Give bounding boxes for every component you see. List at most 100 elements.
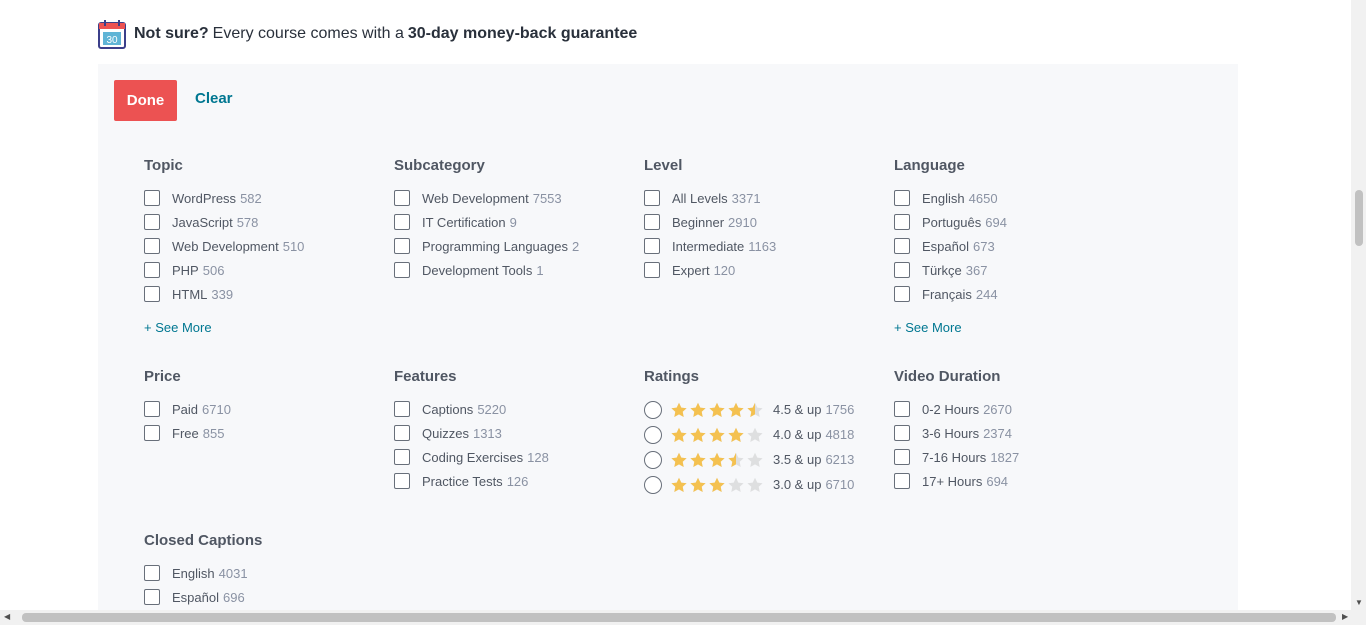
filter-option[interactable]: Intermediate 1163 [644, 234, 884, 258]
checkbox[interactable] [644, 238, 660, 254]
filter-group-topic: Topic WordPress 582 JavaScript 578 Web Develo… [144, 156, 384, 337]
checkbox[interactable] [894, 238, 910, 254]
star-icon [728, 427, 744, 442]
checkbox[interactable] [644, 190, 660, 206]
vertical-scroll-thumb[interactable] [1355, 190, 1363, 246]
see-more-link[interactable]: + See More [144, 320, 212, 335]
filter-option[interactable]: HTML 339 [144, 282, 384, 306]
checkbox[interactable] [394, 190, 410, 206]
option-count: 694 [986, 473, 1009, 489]
option-count: 506 [202, 262, 225, 278]
filter-option[interactable]: Captions 5220 [394, 397, 634, 421]
clear-link[interactable]: Clear [195, 90, 233, 107]
filter-option[interactable]: Coding Exercises 128 [394, 445, 634, 469]
checkbox[interactable] [144, 425, 160, 441]
filter-option[interactable]: English 4650 [894, 186, 1134, 210]
filter-option[interactable]: 0-2 Hours 2670 [894, 397, 1134, 421]
option-count: 2670 [983, 401, 1012, 417]
filter-option[interactable]: WordPress 582 [144, 186, 384, 210]
checkbox[interactable] [894, 449, 910, 465]
filter-group-features: Features Captions 5220 Quizzes 1313 Coding Ex… [394, 367, 634, 493]
filter-option[interactable]: 3-6 Hours 2374 [894, 421, 1134, 445]
filter-option[interactable]: English 4031 [144, 561, 384, 585]
scroll-left-arrow-icon[interactable]: ◀ [4, 612, 10, 621]
rating-option[interactable]: 4.5 & up 1756 [644, 397, 884, 422]
filter-option[interactable]: Beginner 2910 [644, 210, 884, 234]
checkbox[interactable] [894, 286, 910, 302]
rating-option[interactable]: 4.0 & up 4818 [644, 422, 884, 447]
option-count: 1827 [990, 449, 1020, 465]
checkbox[interactable] [894, 262, 910, 278]
see-more-link[interactable]: + See More [894, 320, 962, 335]
vertical-scrollbar[interactable]: ▼ [1351, 0, 1366, 610]
radio-button[interactable] [644, 450, 662, 469]
checkbox[interactable] [144, 589, 160, 605]
filter-option[interactable]: All Levels 3371 [644, 186, 884, 210]
filter-options: 0-2 Hours 2670 3-6 Hours 2374 7-16 Hours 1827… [894, 397, 1134, 493]
filter-option[interactable]: Web Development 7553 [394, 186, 634, 210]
filter-option[interactable]: Programming Languages 2 [394, 234, 634, 258]
filter-option[interactable]: JavaScript 578 [144, 210, 384, 234]
filter-option[interactable]: Paid 6710 [144, 397, 384, 421]
filter-option[interactable]: 7-16 Hours 1827 [894, 445, 1134, 469]
checkbox[interactable] [394, 401, 410, 417]
filter-option[interactable]: Português 694 [894, 210, 1134, 234]
checkbox[interactable] [394, 238, 410, 254]
option-label: Español [922, 238, 969, 254]
horizontal-scrollbar[interactable]: ◀ ▶ [0, 610, 1366, 625]
radio-button[interactable] [644, 425, 662, 444]
star-icon [747, 427, 763, 442]
filter-option[interactable]: IT Certification 9 [394, 210, 634, 234]
filter-option[interactable]: PHP 506 [144, 258, 384, 282]
scroll-right-arrow-icon[interactable]: ▶ [1342, 612, 1348, 621]
filter-option[interactable]: Development Tools 1 [394, 258, 634, 282]
scroll-down-arrow-icon[interactable]: ▼ [1355, 598, 1363, 607]
checkbox[interactable] [644, 262, 660, 278]
checkbox[interactable] [144, 565, 160, 581]
checkbox[interactable] [144, 190, 160, 206]
checkbox[interactable] [894, 190, 910, 206]
filter-option[interactable]: Türkçe 367 [894, 258, 1134, 282]
option-count: 126 [506, 473, 529, 489]
checkbox[interactable] [394, 449, 410, 465]
checkbox[interactable] [894, 401, 910, 417]
filter-option[interactable]: Free 855 [144, 421, 384, 445]
horizontal-scroll-thumb[interactable] [22, 613, 1336, 622]
option-count: 4650 [968, 190, 998, 206]
radio-button[interactable] [644, 400, 662, 419]
filter-option[interactable]: Español 696 [144, 585, 384, 609]
option-label: English [922, 190, 965, 206]
checkbox[interactable] [644, 214, 660, 230]
filter-option[interactable]: Français 244 [894, 282, 1134, 306]
filter-options: WordPress 582 JavaScript 578 Web Development… [144, 186, 384, 306]
done-button[interactable]: Done [114, 80, 177, 121]
option-count: 7553 [532, 190, 562, 206]
checkbox[interactable] [894, 214, 910, 230]
checkbox[interactable] [894, 425, 910, 441]
star-icon [747, 402, 763, 417]
filter-option[interactable]: Expert 120 [644, 258, 884, 282]
option-label: Beginner [672, 214, 725, 230]
rating-option[interactable]: 3.5 & up 6213 [644, 447, 884, 472]
checkbox[interactable] [394, 473, 410, 489]
filter-option[interactable]: Web Development 510 [144, 234, 384, 258]
checkbox[interactable] [394, 425, 410, 441]
checkbox[interactable] [394, 214, 410, 230]
filter-option[interactable]: Practice Tests 126 [394, 469, 634, 493]
filter-option[interactable]: 17+ Hours 694 [894, 469, 1134, 493]
checkbox[interactable] [144, 262, 160, 278]
checkbox[interactable] [894, 473, 910, 489]
filter-panel: Done Clear Topic WordPress 582 JavaScript 57… [98, 64, 1238, 624]
checkbox[interactable] [144, 238, 160, 254]
checkbox[interactable] [144, 286, 160, 302]
filter-title: Closed Captions [144, 532, 263, 549]
option-count: 855 [202, 425, 225, 441]
checkbox[interactable] [394, 262, 410, 278]
filter-option[interactable]: Quizzes 1313 [394, 421, 634, 445]
radio-button[interactable] [644, 475, 662, 494]
rating-option[interactable]: 3.0 & up 6710 [644, 472, 884, 497]
filter-options: Captions 5220 Quizzes 1313 Coding Exercises 1… [394, 397, 634, 493]
checkbox[interactable] [144, 214, 160, 230]
filter-option[interactable]: Español 673 [894, 234, 1134, 258]
checkbox[interactable] [144, 401, 160, 417]
